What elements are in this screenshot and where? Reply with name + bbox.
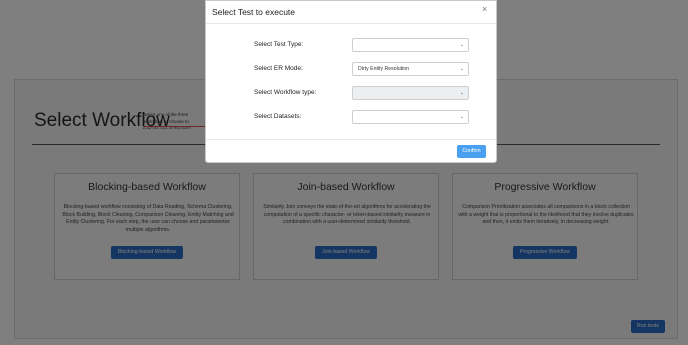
modal-footer-divider [206, 139, 496, 140]
test-type-label: Select Test Type: [254, 41, 304, 48]
test-type-select[interactable]: ⌄ [352, 38, 469, 52]
chevron-down-icon: ⌄ [459, 114, 464, 120]
modal-header-divider [206, 23, 496, 24]
workflow-type-select[interactable]: ⌄ [352, 86, 469, 100]
chevron-down-icon: ⌄ [459, 42, 464, 48]
chevron-down-icon: ⌄ [459, 66, 464, 72]
er-mode-select[interactable]: Dirty Entity Resolution ⌄ [352, 62, 469, 76]
modal-title: Select Test to execute [212, 7, 296, 17]
er-mode-label: Select ER Mode: [254, 65, 303, 72]
workflow-type-label: Select Workflow type: [254, 89, 317, 96]
chevron-down-icon: ⌄ [459, 90, 464, 96]
datasets-select[interactable]: ⌄ [352, 110, 469, 124]
datasets-label: Select Datasets: [254, 113, 302, 120]
er-mode-value: Dirty Entity Resolution [358, 66, 410, 72]
close-icon[interactable]: × [482, 4, 487, 14]
confirm-button[interactable]: Confirm [457, 145, 486, 158]
test-modal: Select Test to execute × Select Test Typ… [205, 0, 497, 163]
